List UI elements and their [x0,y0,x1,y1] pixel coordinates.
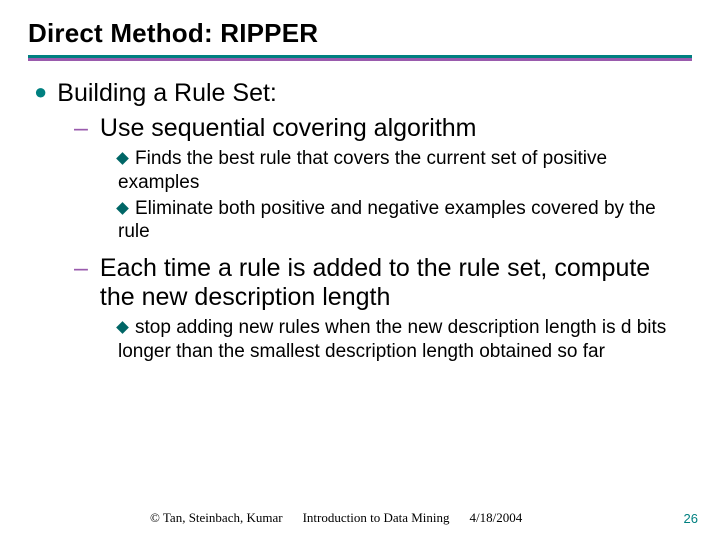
bullet-dash-icon: – [74,114,88,142]
bullet-diamond-icon [116,152,129,165]
bullet-l3a1-text: Finds the best rule that covers the curr… [118,148,607,193]
bullet-l1-text: Building a Rule Set: [57,79,277,108]
bullet-diamond-icon [116,321,129,334]
title-divider [28,55,692,61]
bullet-l3b1-text: stop adding new rules when the new descr… [118,317,666,362]
bullet-l3a2-text: Eliminate both positive and negative exa… [118,198,656,243]
bullet-l2b-text: Each time a rule is added to the rule se… [100,254,686,312]
bullet-dash-icon: – [74,254,88,282]
bullet-diamond-icon [116,202,129,215]
bullet-level3: Finds the best rule that covers the curr… [118,147,686,195]
bullet-level2: – Each time a rule is added to the rule … [74,254,686,312]
bullet-level3: Eliminate both positive and negative exa… [118,197,686,245]
bullet-level3-group: Finds the best rule that covers the curr… [118,147,686,244]
footer-page: 26 [684,511,698,526]
footer-copyright: © Tan, Steinbach, Kumar [150,510,283,526]
footer-book: Introduction to Data Mining [303,510,450,526]
bullet-level2: – Use sequential covering algorithm [74,114,686,143]
slide-body: ● Building a Rule Set: – Use sequential … [28,79,692,364]
slide: Direct Method: RIPPER ● Building a Rule … [0,0,720,540]
footer-date: 4/18/2004 [470,510,523,526]
bullet-dot-icon: ● [34,79,47,104]
bullet-l2a-text: Use sequential covering algorithm [100,114,477,143]
bullet-level1: ● Building a Rule Set: [34,79,686,108]
footer: © Tan, Steinbach, Kumar Introduction to … [0,510,720,526]
bullet-level3-group: stop adding new rules when the new descr… [118,316,686,364]
slide-title: Direct Method: RIPPER [28,18,692,49]
footer-left: © Tan, Steinbach, Kumar Introduction to … [150,510,522,526]
bullet-level3: stop adding new rules when the new descr… [118,316,686,364]
